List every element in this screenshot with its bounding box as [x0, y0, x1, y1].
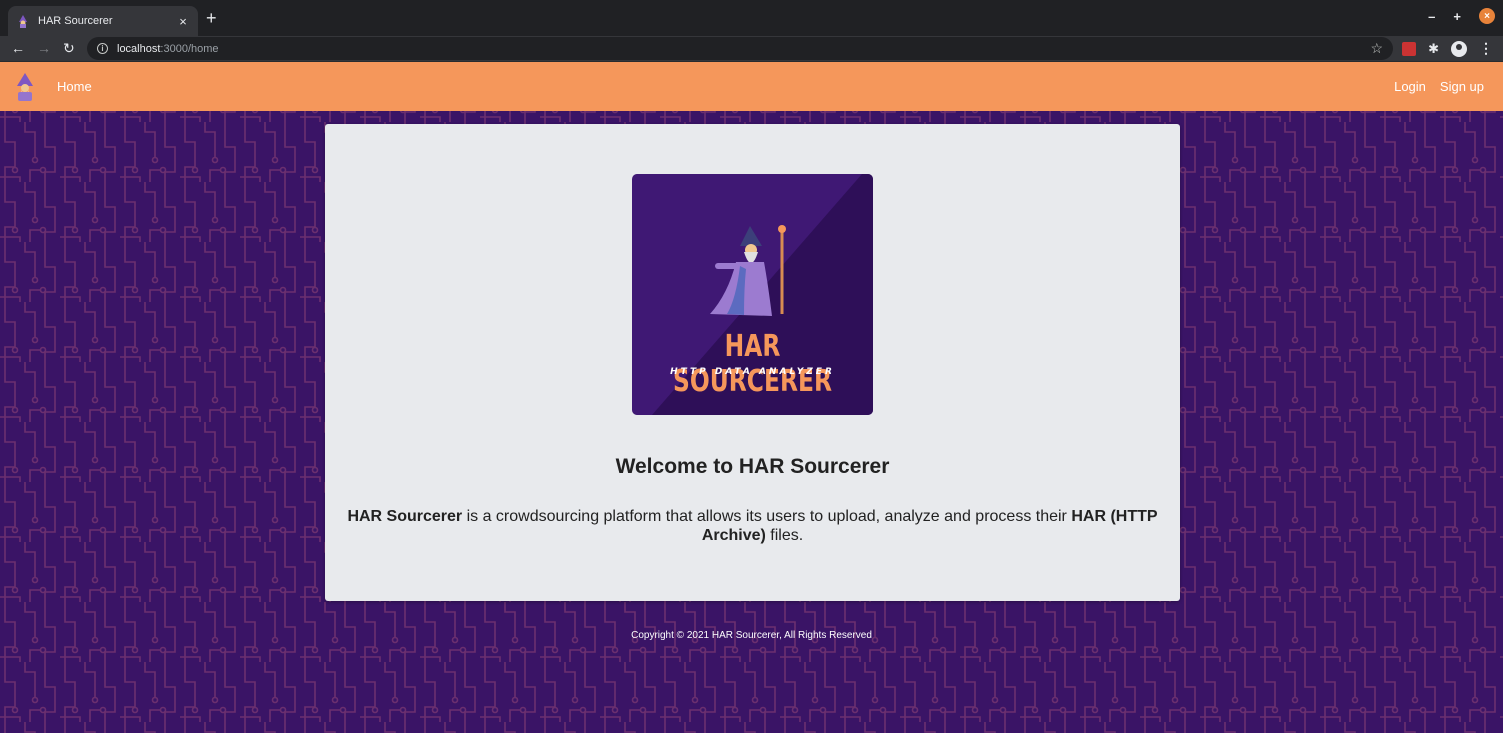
menu-dots-icon[interactable]: ⋮	[1479, 40, 1493, 57]
site-info-icon[interactable]: i	[97, 43, 108, 54]
footer-copyright: Copyright © 2021 HAR Sourcerer, All Righ…	[631, 630, 872, 641]
url-host: localhost	[117, 42, 161, 55]
close-tab-icon[interactable]: ×	[176, 14, 190, 29]
browser-tab[interactable]: HAR Sourcerer ×	[8, 6, 198, 36]
desc-end: files.	[765, 527, 804, 544]
description-text: HAR Sourcerer is a crowdsourcing platfor…	[345, 507, 1160, 545]
extensions-puzzle-icon[interactable]: ✱	[1428, 41, 1439, 57]
har-sourcerer-logo: HAR SOURCERER HTTP DATA ANALYZER	[632, 174, 873, 415]
bookmark-star-icon[interactable]: ☆	[1370, 40, 1383, 57]
forward-arrow-icon[interactable]: →	[37, 40, 51, 56]
page-viewport: Home Login Sign up HAR SOURCERER HTTP DA…	[0, 62, 1503, 733]
desc-middle: is a crowdsourcing platform that allows …	[462, 508, 1072, 525]
wizard-favicon-icon	[19, 15, 27, 28]
toolbar-icons: ✱ ⋮	[1402, 40, 1493, 57]
welcome-card: HAR SOURCERER HTTP DATA ANALYZER Welcome…	[325, 124, 1180, 601]
new-tab-button[interactable]: +	[206, 9, 217, 27]
logo-subtitle: HTTP DATA ANALYZER	[670, 367, 835, 377]
back-arrow-icon[interactable]: ←	[11, 40, 25, 56]
welcome-heading: Welcome to HAR Sourcerer	[615, 455, 890, 478]
nav-signup-link[interactable]: Sign up	[1440, 79, 1484, 94]
address-bar[interactable]: i localhost:3000/home ☆	[87, 37, 1393, 60]
minimize-button[interactable]: –	[1428, 9, 1435, 24]
close-window-button[interactable]: ×	[1479, 8, 1495, 24]
nav-login-link[interactable]: Login	[1394, 79, 1426, 94]
maximize-button[interactable]: +	[1453, 9, 1461, 24]
logo-title: HAR SOURCERER	[673, 329, 832, 399]
wizard-logo-icon[interactable]	[12, 72, 38, 102]
tab-title: HAR Sourcerer	[38, 15, 113, 27]
extension-icon[interactable]	[1402, 41, 1417, 56]
url-path: :3000/home	[160, 42, 219, 55]
profile-avatar-icon[interactable]	[1451, 40, 1467, 57]
top-navbar: Home Login Sign up	[0, 62, 1503, 111]
browser-tabstrip: HAR Sourcerer × + – + ×	[0, 0, 1503, 36]
desc-brand: HAR Sourcerer	[347, 508, 463, 525]
reload-icon[interactable]: ↻	[63, 40, 75, 57]
window-controls: – + ×	[1428, 8, 1495, 24]
nav-auth-links: Login Sign up	[1394, 79, 1484, 94]
browser-toolbar: ← → ↻ i localhost:3000/home ☆ ✱ ⋮	[0, 36, 1503, 62]
nav-home-link[interactable]: Home	[57, 79, 92, 94]
